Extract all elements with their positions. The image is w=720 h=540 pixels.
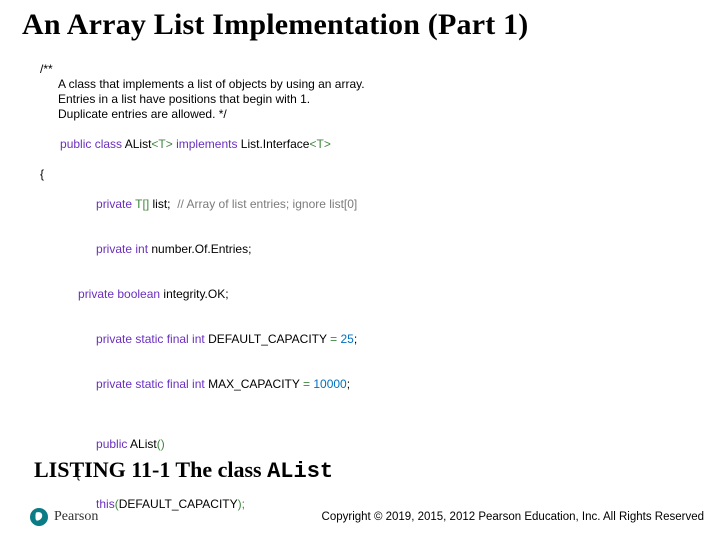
code-line: public class AList<T> implements List.In… — [40, 122, 680, 167]
code-line: } // end default constructor — [40, 527, 680, 540]
code-line: Duplicate entries are allowed. */ — [40, 107, 680, 122]
code-line: private static final int MAX_CAPACITY = … — [40, 362, 680, 407]
identifier: List.Interface — [241, 137, 310, 151]
keyword: public — [96, 437, 130, 451]
caption-text: LISTING 11-1 The class — [34, 457, 267, 482]
punct: ; — [354, 332, 357, 346]
listing-caption: LISTING 11-1 The class AList — [34, 457, 333, 484]
code-line: /** — [40, 62, 680, 77]
code-line: private int number.Of.Entries; — [40, 227, 680, 272]
code-line: A class that implements a list of object… — [40, 77, 680, 92]
code-line: private boolean integrity.OK; — [40, 272, 680, 317]
identifier: list — [153, 197, 168, 211]
code-line: { — [40, 167, 680, 182]
code-line: Entries in a list have positions that be… — [40, 92, 680, 107]
operator: = — [303, 377, 313, 391]
slide-title: An Array List Implementation (Part 1) — [22, 8, 710, 42]
identifier: number.Of.Entries; — [151, 242, 251, 256]
identifier: MAX_CAPACITY — [208, 377, 303, 391]
type: T[] — [135, 197, 152, 211]
generic: <T> — [309, 137, 330, 151]
comment: // Array of list entries; ignore list[0] — [177, 197, 357, 211]
identifier: DEFAULT_CAPACITY — [208, 332, 330, 346]
caption-class: AList — [267, 459, 333, 484]
parens: () — [157, 437, 165, 451]
keyword: public class — [60, 137, 125, 151]
number: 10000 — [313, 377, 346, 391]
code-line: private static final int DEFAULT_CAPACIT… — [40, 317, 680, 362]
footer: Pearson Copyright © 2019, 2015, 2012 Pea… — [30, 508, 704, 526]
keyword: private boolean — [78, 287, 163, 301]
identifier: AList — [130, 437, 157, 451]
keyword: private static final int — [96, 332, 208, 346]
number: 25 — [340, 332, 353, 346]
blank-line — [40, 407, 680, 422]
code-line: private T[] list; // Array of list entri… — [40, 182, 680, 227]
operator: = — [330, 332, 340, 346]
punct: ; — [347, 377, 350, 391]
brand-name: Pearson — [54, 509, 98, 525]
keyword: private static final int — [96, 377, 208, 391]
copyright: Copyright © 2019, 2015, 2012 Pearson Edu… — [322, 511, 704, 523]
keyword: private — [96, 197, 135, 211]
keyword: implements — [176, 137, 241, 151]
slide: An Array List Implementation (Part 1) /*… — [0, 0, 720, 540]
identifier: AList — [125, 137, 152, 151]
punct: ; — [167, 197, 177, 211]
identifier: integrity.OK; — [163, 287, 228, 301]
pearson-logo-icon — [30, 508, 48, 526]
brand: Pearson — [30, 508, 98, 526]
keyword: private int — [96, 242, 151, 256]
generic: <T> — [151, 137, 176, 151]
